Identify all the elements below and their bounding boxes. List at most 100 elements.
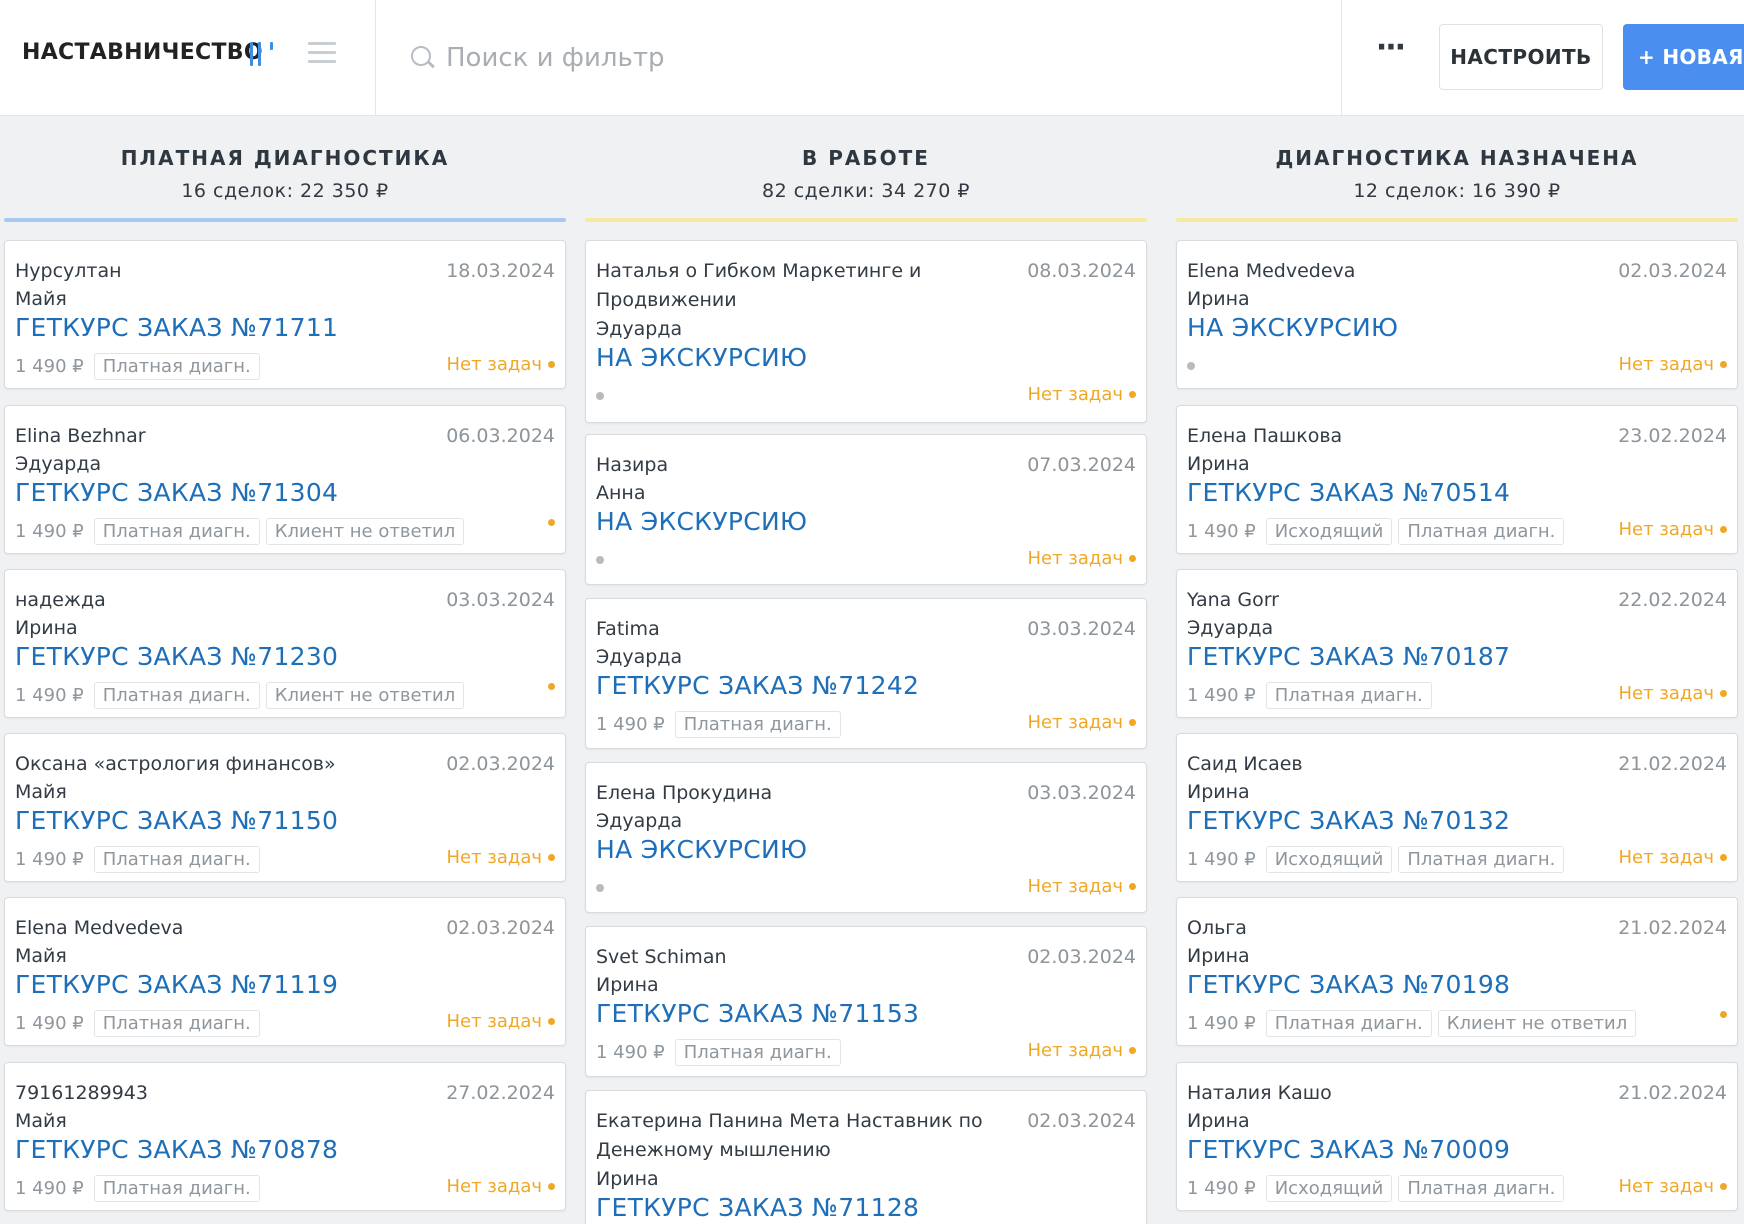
task-status[interactable]: Нет задач	[1027, 876, 1136, 897]
column-title[interactable]: ПЛАТНАЯ ДИАГНОСТИКА	[4, 146, 566, 170]
deal-title-link[interactable]: ГЕТКУРС ЗАКАЗ №70878	[15, 1134, 338, 1166]
pipeline-switch-icon[interactable]	[248, 38, 278, 68]
deal-title-link[interactable]: ГЕТКУРС ЗАКАЗ №70132	[1187, 805, 1510, 837]
deal-tag[interactable]: Платная диагн.	[93, 352, 260, 380]
contact-name[interactable]: Елена Пашкова	[1187, 422, 1617, 451]
deal-tag[interactable]: Платная диагн.	[1398, 845, 1565, 873]
task-status[interactable]: Нет задач	[446, 1176, 555, 1197]
deal-title-link[interactable]: ГЕТКУРС ЗАКАЗ №71128	[596, 1192, 919, 1224]
deal-title-link[interactable]: ГЕТКУРС ЗАКАЗ №71304	[15, 477, 338, 509]
deal-card[interactable]: Fatima 03.03.2024 Эдуарда ГЕТКУРС ЗАКАЗ №71…	[585, 598, 1147, 749]
settings-button[interactable]: НАСТРОИТЬ	[1439, 24, 1603, 90]
deal-title-link[interactable]: НА ЭКСКУРСИЮ	[596, 342, 807, 374]
contact-name[interactable]: Саид Исаев	[1187, 750, 1617, 779]
contact-name[interactable]: Ольга	[1187, 914, 1617, 943]
task-status[interactable]	[542, 683, 555, 690]
task-status[interactable]: Нет задач	[1618, 847, 1727, 868]
deal-tag[interactable]: Платная диагн.	[93, 1174, 260, 1202]
deal-tag[interactable]: Платная диагн.	[1265, 1009, 1432, 1037]
search-input[interactable]: Поиск и фильтр	[410, 34, 1310, 82]
menu-icon[interactable]	[308, 40, 336, 66]
contact-name[interactable]: Наталия Кашо	[1187, 1079, 1617, 1108]
deal-title-link[interactable]: ГЕТКУРС ЗАКАЗ №71119	[15, 969, 338, 1001]
deal-title-link[interactable]: ГЕТКУРС ЗАКАЗ №70187	[1187, 641, 1510, 673]
contact-name[interactable]: надежда	[15, 586, 445, 615]
deal-title-link[interactable]: ГЕТКУРС ЗАКАЗ №71150	[15, 805, 338, 837]
deal-card[interactable]: Оксана «астрология финансов» 02.03.2024 Ма…	[4, 733, 566, 882]
deal-tag[interactable]: Платная диагн.	[674, 710, 841, 738]
task-status[interactable]: Нет задач	[1618, 683, 1727, 704]
deal-tag[interactable]: Платная диагн.	[674, 1038, 841, 1066]
deal-card[interactable]: Ольга 21.02.2024 Ирина ГЕТКУРС ЗАКАЗ №70198…	[1176, 897, 1738, 1046]
new-deal-button[interactable]: + НОВАЯ	[1623, 24, 1744, 90]
deal-tag[interactable]: Платная диагн.	[93, 681, 260, 709]
deal-card[interactable]: Elena Medvedeva 02.03.2024 Ирина НА ЭКСКУРС…	[1176, 240, 1738, 389]
task-status[interactable]	[542, 519, 555, 526]
task-status[interactable]: Нет задач	[446, 354, 555, 375]
deal-title-link[interactable]: НА ЭКСКУРСИЮ	[1187, 312, 1398, 344]
contact-name[interactable]: Оксана «астрология финансов»	[15, 750, 445, 779]
deal-tag[interactable]: Клиент не ответил	[1437, 1009, 1637, 1037]
deal-tag[interactable]: Платная диагн.	[1398, 517, 1565, 545]
deal-card[interactable]: Нурсултан 18.03.2024 Майя ГЕТКУРС ЗАКАЗ №71…	[4, 240, 566, 389]
contact-name[interactable]: Наталья о Гибком Маркетинге и Продвижени…	[596, 257, 1026, 315]
deal-card[interactable]: надежда 03.03.2024 Ирина ГЕТКУРС ЗАКАЗ №712…	[4, 569, 566, 718]
task-status[interactable]: Нет задач	[1618, 519, 1727, 540]
deal-card[interactable]: Екатерина Панина Мета Наставник по Денеж…	[585, 1090, 1147, 1224]
contact-name[interactable]: Назира	[596, 451, 1026, 480]
deal-title-link[interactable]: ГЕТКУРС ЗАКАЗ №70514	[1187, 477, 1510, 509]
task-status[interactable]: Нет задач	[1027, 1040, 1136, 1061]
deal-card[interactable]: 79161289943 27.02.2024 Майя ГЕТКУРС ЗАКАЗ №…	[4, 1062, 566, 1211]
deal-tag[interactable]: Платная диагн.	[1398, 1174, 1565, 1202]
task-status[interactable]: Нет задач	[1027, 384, 1136, 405]
deal-tag[interactable]: Платная диагн.	[1265, 681, 1432, 709]
deal-card[interactable]: Наталия Кашо 21.02.2024 Ирина ГЕТКУРС ЗАКАЗ…	[1176, 1062, 1738, 1211]
deal-title-link[interactable]: НА ЭКСКУРСИЮ	[596, 506, 807, 538]
deal-card[interactable]: Назира 07.03.2024 Анна НА ЭКСКУРСИЮ Нет зада…	[585, 434, 1147, 585]
column-title[interactable]: ДИАГНОСТИКА НАЗНАЧЕНА	[1176, 146, 1738, 170]
task-status[interactable]: Нет задач	[1027, 712, 1136, 733]
contact-name[interactable]: Екатерина Панина Мета Наставник по Денеж…	[596, 1107, 1026, 1165]
contact-name[interactable]: Yana Gorr	[1187, 586, 1617, 615]
deal-tag[interactable]: Исходящий	[1265, 845, 1393, 873]
deal-tag[interactable]: Исходящий	[1265, 517, 1393, 545]
deal-card[interactable]: Elena Medvedeva 02.03.2024 Майя ГЕТКУРС ЗАК…	[4, 897, 566, 1046]
deal-tag[interactable]: Клиент не ответил	[265, 681, 465, 709]
deal-title-link[interactable]: ГЕТКУРС ЗАКАЗ №71711	[15, 312, 338, 344]
task-status[interactable]: Нет задач	[446, 847, 555, 868]
deal-card[interactable]: Yana Gorr 22.02.2024 Эдуарда ГЕТКУРС ЗАКАЗ …	[1176, 569, 1738, 718]
deal-title-link[interactable]: НА ЭКСКУРСИЮ	[596, 834, 807, 866]
column-title[interactable]: В РАБОТЕ	[585, 146, 1147, 170]
deal-tag[interactable]: Исходящий	[1265, 1174, 1393, 1202]
task-status[interactable]: Нет задач	[1618, 1176, 1727, 1197]
deal-title-link[interactable]: ГЕТКУРС ЗАКАЗ №71242	[596, 670, 919, 702]
task-status[interactable]: Нет задач	[1618, 354, 1727, 375]
contact-name[interactable]: Elina Bezhnar	[15, 422, 445, 451]
deal-title-link[interactable]: ГЕТКУРС ЗАКАЗ №71153	[596, 998, 919, 1030]
deal-card[interactable]: Наталья о Гибком Маркетинге и Продвижени…	[585, 240, 1147, 423]
deal-card[interactable]: Elina Bezhnar 06.03.2024 Эдуарда ГЕТКУРС ЗА…	[4, 405, 566, 554]
deal-card[interactable]: Елена Пашкова 23.02.2024 Ирина ГЕТКУРС ЗАКА…	[1176, 405, 1738, 554]
deal-title-link[interactable]: ГЕТКУРС ЗАКАЗ №70009	[1187, 1134, 1510, 1166]
deal-card[interactable]: Саид Исаев 21.02.2024 Ирина ГЕТКУРС ЗАКАЗ №…	[1176, 733, 1738, 882]
contact-name[interactable]: Svet Schiman	[596, 943, 1026, 972]
task-status[interactable]: Нет задач	[1027, 548, 1136, 569]
deal-card[interactable]: Svet Schiman 02.03.2024 Ирина ГЕТКУРС ЗАКАЗ…	[585, 926, 1147, 1077]
contact-name[interactable]: 79161289943	[15, 1079, 445, 1108]
contact-name[interactable]: Elena Medvedeva	[15, 914, 445, 943]
deal-card[interactable]: Елена Прокудина 03.03.2024 Эдуарда НА ЭКСКУ…	[585, 762, 1147, 913]
deal-title-link[interactable]: ГЕТКУРС ЗАКАЗ №70198	[1187, 969, 1510, 1001]
deal-tag[interactable]: Платная диагн.	[93, 517, 260, 545]
contact-name[interactable]: Elena Medvedeva	[1187, 257, 1617, 286]
deal-tag[interactable]: Платная диагн.	[93, 1009, 260, 1037]
contact-name[interactable]: Нурсултан	[15, 257, 445, 286]
deal-title-link[interactable]: ГЕТКУРС ЗАКАЗ №71230	[15, 641, 338, 673]
deal-tag[interactable]: Платная диагн.	[93, 845, 260, 873]
deal-tag[interactable]: Клиент не ответил	[265, 517, 465, 545]
task-status[interactable]: Нет задач	[446, 1011, 555, 1032]
task-status[interactable]	[1714, 1011, 1727, 1018]
more-options-icon[interactable]: ···	[1370, 33, 1410, 76]
contact-name[interactable]: Fatima	[596, 615, 1026, 644]
pipeline-title[interactable]: НАСТАВНИЧЕСТВО	[22, 40, 263, 65]
contact-name[interactable]: Елена Прокудина	[596, 779, 1026, 808]
